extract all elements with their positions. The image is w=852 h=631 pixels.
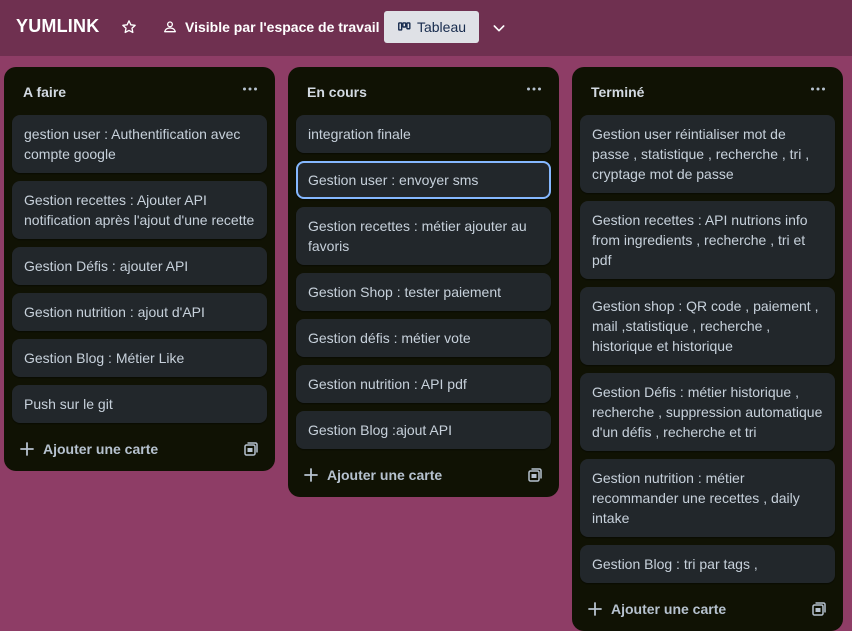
- list-menu-button[interactable]: [806, 79, 830, 99]
- visibility-button[interactable]: Visible par l'espace de travail: [158, 13, 384, 41]
- add-card-button[interactable]: Ajouter une carte: [304, 461, 442, 489]
- list-header: Terminé: [572, 67, 843, 115]
- list-footer: Ajouter une carte: [4, 431, 275, 471]
- plus-icon: [304, 468, 318, 482]
- board-title[interactable]: YUMLINK: [16, 16, 99, 37]
- card[interactable]: Push sur le git: [12, 385, 267, 423]
- visibility-label: Visible par l'espace de travail: [185, 19, 380, 35]
- card[interactable]: Gestion Blog : Métier Like: [12, 339, 267, 377]
- more-icon: [527, 87, 541, 91]
- card-selected[interactable]: Gestion user : envoyer sms: [296, 161, 551, 199]
- board-view-button[interactable]: Tableau: [384, 11, 479, 43]
- card[interactable]: Gestion nutrition : métier recommander u…: [580, 459, 835, 537]
- list-header: A faire: [4, 67, 275, 115]
- card[interactable]: Gestion Défis : métier historique , rech…: [580, 373, 835, 451]
- card[interactable]: Gestion Shop : tester paiement: [296, 273, 551, 311]
- card-list: Gestion user réintialiser mot de passe ,…: [572, 115, 843, 583]
- card[interactable]: Gestion Blog :ajout API: [296, 411, 551, 449]
- card[interactable]: integration finale: [296, 115, 551, 153]
- create-from-template-button[interactable]: [241, 439, 261, 459]
- list-title[interactable]: En cours: [307, 84, 367, 100]
- board-header: YUMLINK Visible par l'espace de travail …: [0, 0, 852, 56]
- list-en-cours: En cours integration finale Gestion user…: [288, 67, 559, 497]
- view-switcher-button[interactable]: [488, 17, 510, 39]
- plus-icon: [588, 602, 602, 616]
- add-card-label: Ajouter une carte: [611, 601, 727, 617]
- card[interactable]: Gestion Blog : tri par tags ,: [580, 545, 835, 583]
- more-icon: [811, 87, 825, 91]
- card[interactable]: Gestion nutrition : ajout d'API: [12, 293, 267, 331]
- list-title[interactable]: Terminé: [591, 84, 644, 100]
- card[interactable]: Gestion défis : métier vote: [296, 319, 551, 357]
- card[interactable]: Gestion Défis : ajouter API: [12, 247, 267, 285]
- list-a-faire: A faire gestion user : Authentification …: [4, 67, 275, 471]
- list-title[interactable]: A faire: [23, 84, 66, 100]
- card[interactable]: Gestion shop : QR code , paiement , mail…: [580, 287, 835, 365]
- card[interactable]: gestion user : Authentification avec com…: [12, 115, 267, 173]
- list-footer: Ajouter une carte: [288, 457, 559, 497]
- template-icon: [244, 442, 258, 456]
- list-menu-button[interactable]: [238, 79, 262, 99]
- card-list: integration finale Gestion user : envoye…: [288, 115, 559, 449]
- list-header: En cours: [288, 67, 559, 115]
- board-icon: [398, 22, 411, 31]
- board-view-label: Tableau: [416, 19, 467, 35]
- card[interactable]: Gestion recettes : API nutrions info fro…: [580, 201, 835, 279]
- add-card-label: Ajouter une carte: [327, 467, 443, 483]
- create-from-template-button[interactable]: [525, 465, 545, 485]
- create-from-template-button[interactable]: [809, 599, 829, 619]
- people-icon: [164, 21, 176, 33]
- star-button[interactable]: [118, 16, 140, 38]
- chevron-down-icon: [493, 25, 505, 32]
- list-menu-button[interactable]: [522, 79, 546, 99]
- more-icon: [243, 87, 257, 91]
- card[interactable]: Gestion nutrition : API pdf: [296, 365, 551, 403]
- list-termine: Terminé Gestion user réintialiser mot de…: [572, 67, 843, 631]
- template-icon: [528, 468, 542, 482]
- list-footer: Ajouter une carte: [572, 591, 843, 631]
- star-icon: [122, 20, 136, 34]
- template-icon: [812, 602, 826, 616]
- card-list: gestion user : Authentification avec com…: [4, 115, 275, 423]
- add-card-label: Ajouter une carte: [43, 441, 159, 457]
- add-card-button[interactable]: Ajouter une carte: [588, 595, 726, 623]
- card[interactable]: Gestion recettes : Ajouter API notificat…: [12, 181, 267, 239]
- card[interactable]: Gestion user réintialiser mot de passe ,…: [580, 115, 835, 193]
- card[interactable]: Gestion recettes : métier ajouter au fav…: [296, 207, 551, 265]
- add-card-button[interactable]: Ajouter une carte: [20, 435, 158, 463]
- plus-icon: [20, 442, 34, 456]
